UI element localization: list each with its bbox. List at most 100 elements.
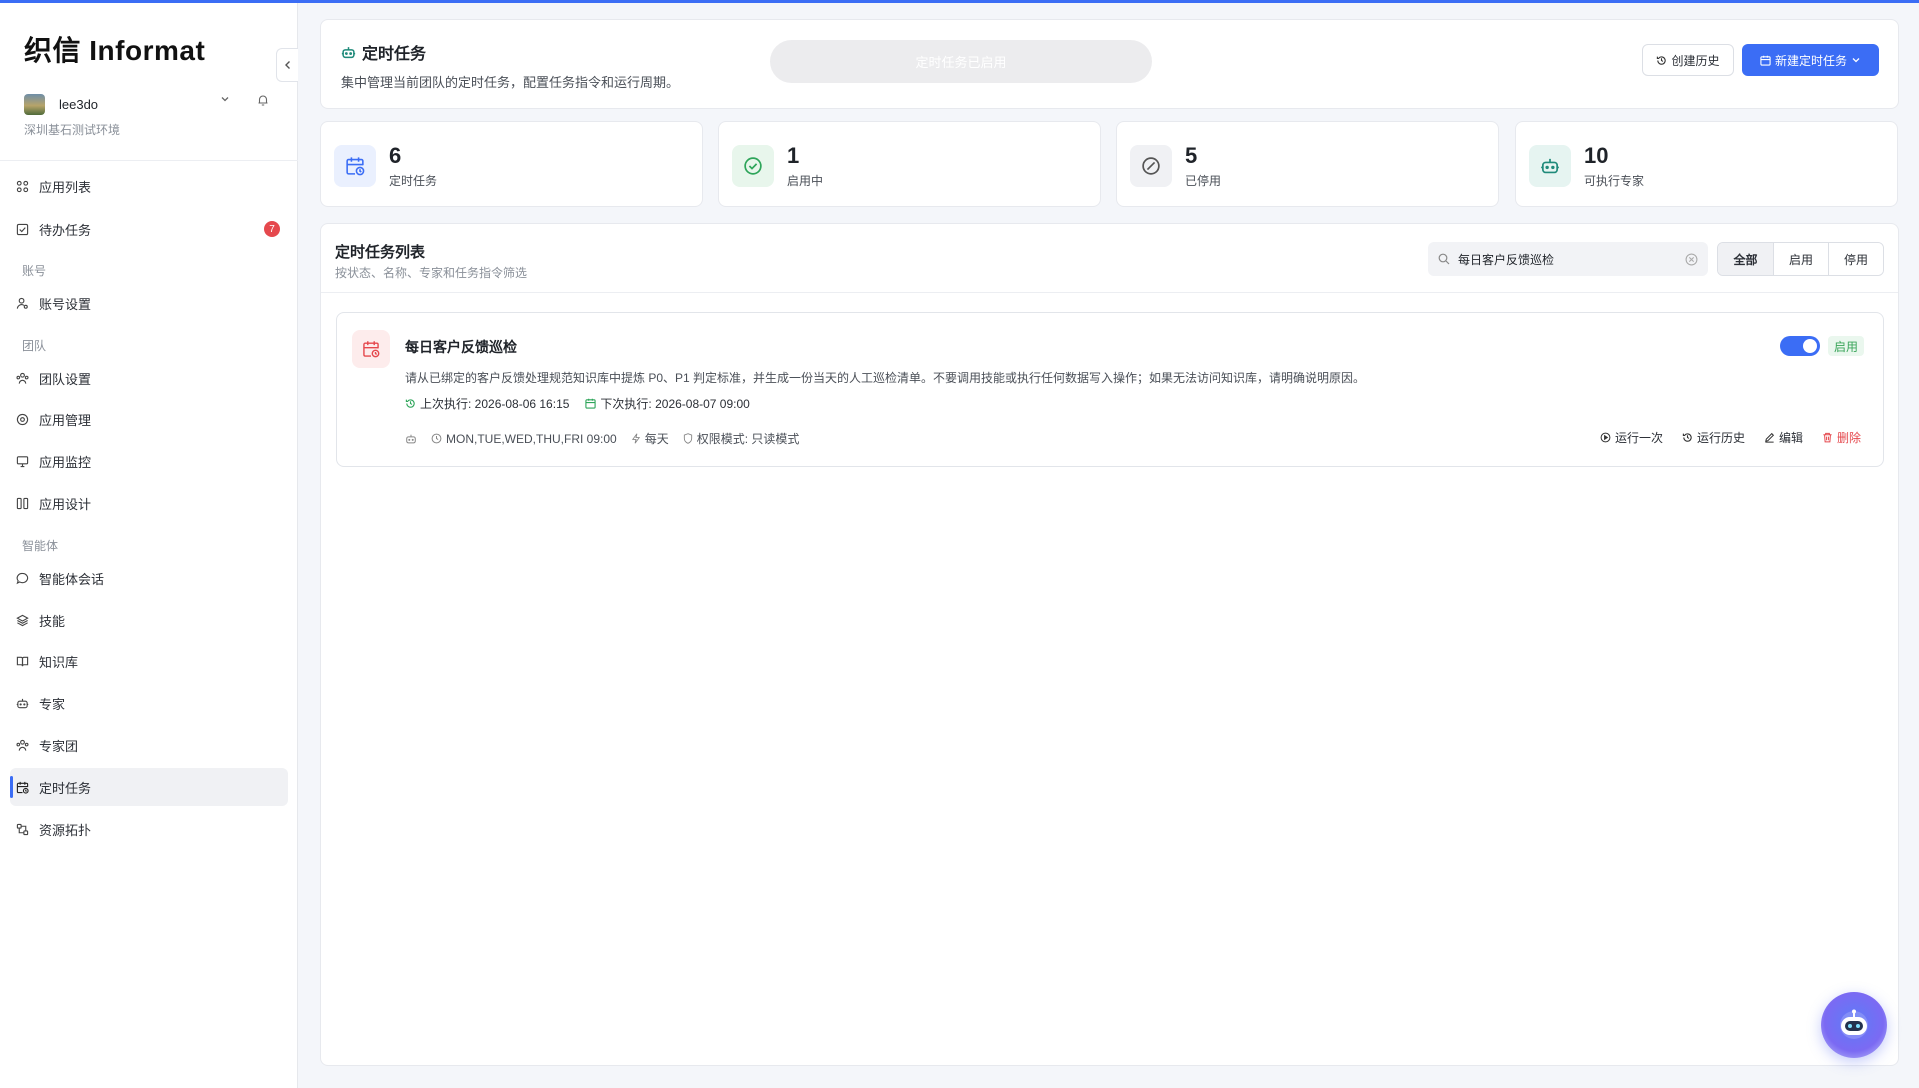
history-icon: [1657, 55, 1667, 65]
brand-logo: 织信 Informat: [24, 35, 206, 66]
sidebar-item-app-management[interactable]: 应用管理: [10, 400, 288, 438]
check-circle-icon: [732, 145, 774, 187]
settings-icon: [16, 413, 29, 425]
run-once-button[interactable]: 运行一次: [1600, 429, 1663, 446]
calendar-clock-icon: [334, 145, 376, 187]
run-once-label: 运行一次: [1614, 431, 1663, 445]
lightning-icon: [631, 433, 640, 444]
sidebar-item-app-design[interactable]: 应用设计: [10, 484, 288, 522]
history-icon: [405, 399, 415, 408]
clock-icon: [431, 433, 442, 444]
stat-value: 10: [1584, 143, 1609, 168]
next-run: 下次执行: 2026-08-07 09:00: [600, 397, 750, 411]
ai-assistant-button[interactable]: [1821, 992, 1887, 1058]
run-history-button[interactable]: 运行历史: [1682, 429, 1745, 446]
play-circle-icon: [1600, 432, 1611, 443]
task-list-subtitle: 按状态、名称、专家和任务指令筛选: [335, 266, 528, 280]
status-filter: 全部 启用 停用: [1717, 242, 1884, 276]
search-icon: [1438, 253, 1450, 265]
sidebar-item-label: 资源拓扑: [39, 822, 92, 838]
topology-icon: [16, 823, 29, 835]
search-value[interactable]: 每日客户反馈巡检: [1458, 251, 1685, 268]
scheduler-status-pill: 定时任务已启用: [770, 40, 1152, 83]
task-run-times: 上次执行: 2026-08-06 16:15 下次执行: 2026-08-07 …: [405, 395, 766, 412]
sidebar-item-todo[interactable]: 待办任务 7: [10, 210, 288, 248]
sidebar-item-expert-team[interactable]: 专家团: [10, 726, 288, 764]
stat-value: 1: [787, 143, 800, 168]
sidebar-item-team-settings[interactable]: 团队设置: [10, 359, 288, 397]
sidebar-item-label: 待办任务: [39, 222, 92, 238]
creation-history-label: 创建历史: [1671, 53, 1720, 68]
bell-icon[interactable]: [256, 93, 270, 107]
sidebar-item-label: 应用监控: [39, 454, 92, 470]
sidebar-item-label: 专家团: [39, 738, 79, 754]
robot-icon: [1529, 145, 1571, 187]
monitor-icon: [16, 455, 29, 467]
team-icon: [16, 372, 29, 384]
sidebar-item-app-list[interactable]: 应用列表: [10, 167, 288, 205]
page-title: 定时任务: [341, 40, 426, 64]
filter-all[interactable]: 全部: [1718, 243, 1773, 275]
calendar-clock-icon: [352, 330, 390, 368]
delete-label: 删除: [1836, 431, 1861, 445]
environment-name: 深圳基石测试环境: [24, 123, 121, 137]
chevron-left-icon: [284, 61, 290, 69]
sidebar-item-label: 账号设置: [39, 296, 92, 312]
new-scheduled-task-button[interactable]: 新建定时任务: [1742, 44, 1879, 76]
user-switcher[interactable]: lee3do: [24, 92, 274, 116]
clear-icon[interactable]: [1685, 253, 1698, 266]
run-frequency: 每天: [644, 432, 669, 446]
permission-mode: 权限模式: 只读模式: [696, 432, 800, 446]
sidebar-divider: [0, 160, 298, 161]
book-icon: [16, 656, 29, 666]
delete-button[interactable]: 删除: [1822, 429, 1861, 446]
sidebar-item-account-settings[interactable]: 账号设置: [10, 284, 288, 322]
sidebar-item-knowledge-base[interactable]: 知识库: [10, 642, 288, 680]
collapse-sidebar-button[interactable]: [276, 48, 298, 82]
calendar-plus-icon: [1760, 55, 1771, 66]
sidebar-item-agent-chat[interactable]: 智能体会话: [10, 559, 288, 597]
checkbox-icon: [16, 223, 29, 235]
stat-card-experts: 10 可执行专家: [1515, 121, 1898, 207]
chevron-down-icon[interactable]: [220, 94, 230, 104]
columns-icon: [16, 497, 29, 509]
sidebar-item-experts[interactable]: 专家: [10, 684, 288, 722]
creation-history-button[interactable]: 创建历史: [1642, 44, 1734, 76]
user-gear-icon: [16, 297, 28, 309]
list-item: 每日客户反馈巡检 请从已绑定的客户反馈处理规范知识库中提炼 P0、P1 判定标准…: [336, 312, 1884, 467]
task-list-card: 定时任务列表 按状态、名称、专家和任务指令筛选 每日客户反馈巡检 全部 启用 停…: [320, 223, 1899, 1066]
calendar-clock-icon: [16, 781, 29, 794]
avatar: [24, 93, 45, 115]
todo-count-badge: 7: [264, 221, 280, 237]
shield-icon: [683, 433, 692, 444]
page-header-card: 定时任务 集中管理当前团队的定时任务，配置任务指令和运行周期。 定时任务已启用 …: [320, 19, 1899, 109]
robot-icon: [341, 46, 356, 58]
sidebar-item-label: 团队设置: [39, 371, 92, 387]
sidebar-item-scheduled-tasks[interactable]: 定时任务: [10, 768, 288, 806]
stat-value: 6: [389, 143, 402, 168]
sidebar-item-skills[interactable]: 技能: [10, 601, 288, 639]
page-title-text: 定时任务: [362, 46, 427, 63]
sidebar-item-app-monitor[interactable]: 应用监控: [10, 442, 288, 480]
layers-icon: [16, 614, 29, 626]
list-divider: [321, 292, 1898, 293]
filter-enabled[interactable]: 启用: [1773, 243, 1828, 275]
chat-bubble-icon: [16, 572, 29, 584]
stat-label: 启用中: [787, 174, 824, 188]
sidebar-item-label: 专家: [39, 696, 66, 712]
sidebar-item-label: 技能: [39, 613, 66, 629]
task-enabled-toggle[interactable]: [1780, 336, 1820, 356]
sidebar-item-label: 应用设计: [39, 496, 92, 512]
filter-disabled[interactable]: 停用: [1828, 243, 1883, 275]
pencil-icon: [1765, 432, 1775, 443]
task-description: 请从已绑定的客户反馈处理规范知识库中提炼 P0、P1 判定标准，并生成一份当天的…: [405, 371, 1366, 385]
sidebar-item-resource-topology[interactable]: 资源拓扑: [10, 810, 288, 848]
task-actions: 运行一次 运行历史 编辑 删除: [1581, 429, 1861, 446]
stat-card-disabled: 5 已停用: [1116, 121, 1499, 207]
cron-schedule: MON,TUE,WED,THU,FRI 09:00: [446, 431, 617, 446]
search-input[interactable]: 每日客户反馈巡检: [1428, 242, 1708, 276]
username: lee3do: [59, 96, 99, 112]
nav-group-agent: 智能体: [22, 539, 59, 553]
task-name: 每日客户反馈巡检: [405, 339, 517, 355]
edit-button[interactable]: 编辑: [1764, 429, 1803, 446]
